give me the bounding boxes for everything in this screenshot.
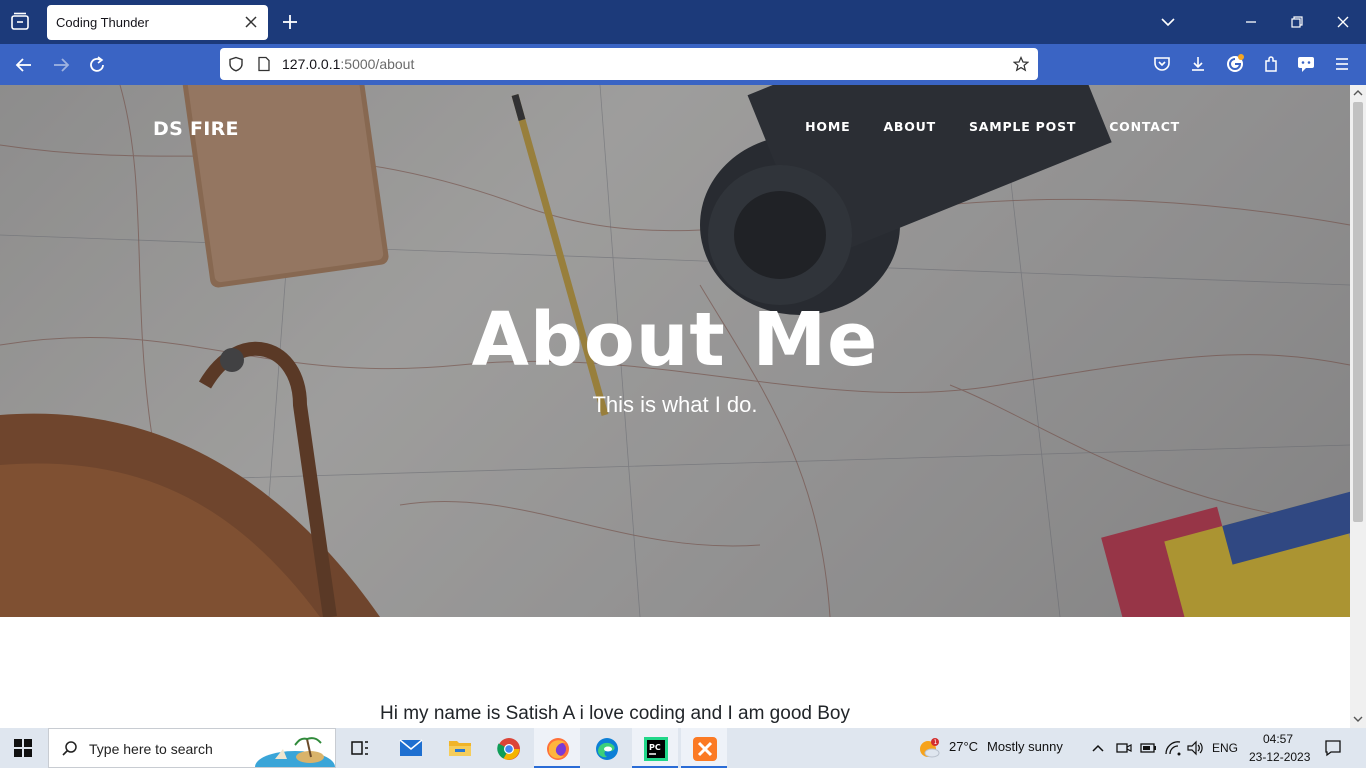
nav-home[interactable]: HOME bbox=[805, 119, 850, 134]
tab-list-icon[interactable] bbox=[8, 10, 32, 34]
taskbar-mail[interactable] bbox=[387, 728, 433, 768]
browser-nav-bar: 127.0.0.1:5000/about bbox=[0, 44, 1366, 85]
xampp-icon bbox=[693, 737, 717, 761]
search-placeholder: Type here to search bbox=[89, 741, 213, 757]
pycharm-icon: PC bbox=[644, 737, 668, 761]
input-language[interactable]: ENG bbox=[1212, 741, 1238, 755]
nav-sample-post[interactable]: SAMPLE POST bbox=[969, 119, 1076, 134]
taskbar-firefox[interactable] bbox=[534, 728, 580, 768]
firefox-icon bbox=[547, 738, 569, 760]
show-hidden-icons-icon[interactable] bbox=[1091, 742, 1105, 754]
extensions-icon[interactable] bbox=[1261, 54, 1281, 74]
page-viewport: DS FIRE HOME ABOUT SAMPLE POST CONTACT A… bbox=[0, 85, 1350, 728]
edge-icon bbox=[596, 738, 618, 760]
url-host: 127.0.0.1 bbox=[282, 56, 341, 72]
weather-temperature[interactable]: 27°C bbox=[949, 739, 978, 754]
about-paragraph: Hi my name is Satish A i love coding and… bbox=[380, 703, 850, 724]
minimize-icon[interactable] bbox=[1241, 12, 1261, 32]
search-icon bbox=[62, 741, 77, 756]
svg-text:PC: PC bbox=[649, 743, 661, 752]
battery-icon[interactable] bbox=[1139, 740, 1157, 756]
clock-time[interactable]: 04:57 bbox=[1263, 732, 1293, 746]
weather-icon[interactable]: 1 bbox=[918, 738, 940, 760]
browser-tab-bar: Coding Thunder bbox=[0, 0, 1366, 44]
bookmark-star-icon[interactable] bbox=[1013, 56, 1029, 72]
nav-about[interactable]: ABOUT bbox=[883, 119, 936, 134]
list-all-tabs-icon[interactable] bbox=[1158, 12, 1178, 32]
scroll-up-icon[interactable] bbox=[1353, 88, 1363, 98]
page-title: About Me bbox=[471, 297, 879, 383]
windows-start-icon[interactable] bbox=[14, 739, 32, 757]
scroll-down-icon[interactable] bbox=[1353, 714, 1363, 724]
task-view-icon bbox=[351, 741, 368, 755]
clock-date[interactable]: 23-12-2023 bbox=[1249, 750, 1310, 764]
site-navigation: HOME ABOUT SAMPLE POST CONTACT bbox=[772, 119, 1180, 134]
chrome-icon bbox=[497, 738, 520, 760]
page-scrollbar[interactable] bbox=[1350, 85, 1366, 728]
weather-badge-count: 1 bbox=[934, 739, 938, 746]
mail-icon bbox=[399, 739, 423, 756]
taskbar-pycharm[interactable]: PC bbox=[632, 728, 678, 768]
taskbar-edge[interactable] bbox=[583, 728, 629, 768]
account-icon[interactable] bbox=[1225, 54, 1245, 74]
address-bar[interactable]: 127.0.0.1:5000/about bbox=[220, 48, 1038, 80]
url-text[interactable]: 127.0.0.1:5000/about bbox=[282, 56, 414, 72]
wifi-icon[interactable] bbox=[1164, 740, 1182, 756]
url-path: :5000/about bbox=[340, 56, 415, 72]
weather-description[interactable]: Mostly sunny bbox=[987, 739, 1063, 754]
back-icon[interactable] bbox=[13, 54, 35, 76]
reload-icon[interactable] bbox=[86, 54, 108, 76]
windows-taskbar: Type here to search PC 1 27°C Mostly sun… bbox=[0, 728, 1366, 768]
task-view-button[interactable] bbox=[337, 728, 383, 768]
taskbar-xampp[interactable] bbox=[681, 728, 727, 768]
taskbar-file-explorer[interactable] bbox=[436, 728, 482, 768]
shield-icon[interactable] bbox=[228, 56, 244, 72]
taskbar-search-box[interactable]: Type here to search bbox=[48, 728, 336, 768]
tab-title: Coding Thunder bbox=[56, 15, 149, 30]
volume-icon[interactable] bbox=[1186, 740, 1204, 756]
restore-icon[interactable] bbox=[1287, 12, 1307, 32]
hero-header: DS FIRE HOME ABOUT SAMPLE POST CONTACT A… bbox=[0, 85, 1350, 617]
close-window-icon[interactable] bbox=[1333, 12, 1353, 32]
feedback-icon[interactable] bbox=[1296, 54, 1316, 74]
nav-contact[interactable]: CONTACT bbox=[1109, 119, 1180, 134]
folder-icon bbox=[449, 741, 471, 756]
meet-now-icon[interactable] bbox=[1116, 740, 1132, 756]
search-highlight-image bbox=[255, 737, 335, 767]
page-subtitle: This is what I do. bbox=[592, 392, 758, 417]
notification-icon[interactable] bbox=[1324, 739, 1342, 757]
close-tab-icon[interactable] bbox=[244, 15, 258, 29]
taskbar-chrome[interactable] bbox=[485, 728, 531, 768]
active-tab[interactable]: Coding Thunder bbox=[47, 5, 268, 40]
site-brand[interactable]: DS FIRE bbox=[153, 118, 239, 140]
forward-icon[interactable] bbox=[50, 54, 72, 76]
new-tab-icon[interactable] bbox=[280, 12, 300, 32]
page-icon[interactable] bbox=[256, 56, 272, 72]
pocket-icon[interactable] bbox=[1152, 54, 1172, 74]
scroll-thumb[interactable] bbox=[1353, 102, 1363, 522]
menu-icon[interactable] bbox=[1332, 54, 1352, 74]
downloads-icon[interactable] bbox=[1188, 54, 1208, 74]
